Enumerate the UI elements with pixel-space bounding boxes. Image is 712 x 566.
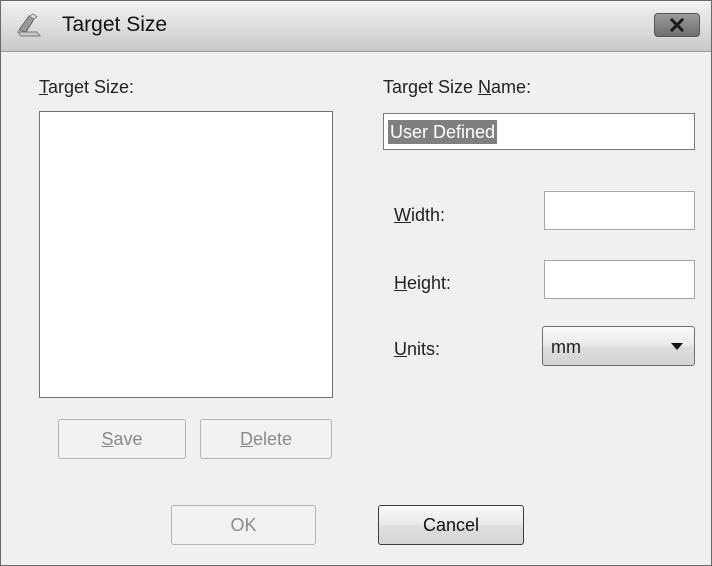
chevron-down-icon: [671, 343, 683, 350]
target-size-name-input[interactable]: User Defined: [383, 113, 695, 150]
close-icon: [669, 18, 685, 32]
window-title: Target Size: [62, 13, 168, 36]
target-size-list-label: Target Size:: [39, 77, 135, 97]
ok-button[interactable]: OK: [171, 505, 316, 545]
close-button[interactable]: [654, 13, 700, 37]
title-bar[interactable]: Target Size: [1, 1, 711, 52]
units-select[interactable]: mm: [542, 326, 695, 366]
cancel-button[interactable]: Cancel: [378, 505, 524, 545]
save-button[interactable]: Save: [58, 419, 186, 459]
units-value: mm: [551, 337, 581, 357]
width-label: Width:: [394, 205, 446, 225]
target-size-list[interactable]: [39, 111, 333, 398]
delete-button[interactable]: Delete: [200, 419, 332, 459]
target-size-dialog: Target Size Target Size: Save Delete Tar…: [0, 0, 712, 566]
scanner-icon: [17, 13, 41, 37]
target-size-name-value: User Defined: [388, 120, 498, 144]
target-size-name-label: Target Size Name:: [383, 77, 532, 97]
height-label: Height:: [394, 273, 452, 293]
units-label: Units:: [394, 339, 441, 359]
width-input[interactable]: [544, 191, 695, 230]
height-input[interactable]: [544, 260, 695, 299]
